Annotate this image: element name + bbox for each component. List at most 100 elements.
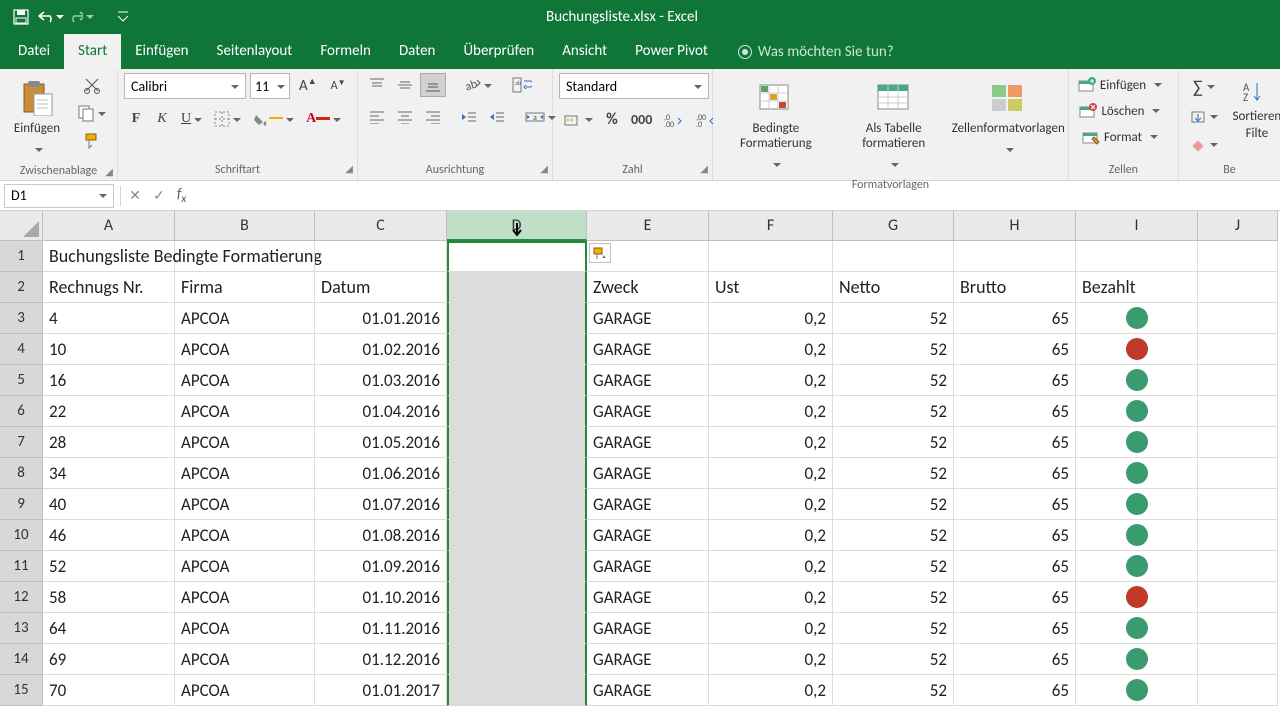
- cell[interactable]: 0,2: [709, 613, 833, 644]
- number-format-combo[interactable]: Standard: [559, 73, 709, 99]
- borders-button[interactable]: [209, 107, 246, 131]
- row-header-2[interactable]: 2: [0, 272, 43, 303]
- save-button[interactable]: [8, 4, 34, 30]
- cut-button[interactable]: [72, 73, 111, 97]
- cell[interactable]: [1198, 272, 1278, 303]
- cell[interactable]: 65: [954, 427, 1076, 458]
- cell[interactable]: [709, 241, 833, 272]
- launcher-icon[interactable]: ◢: [105, 165, 113, 178]
- cell[interactable]: 52: [833, 489, 954, 520]
- cell[interactable]: [1076, 334, 1198, 365]
- font-color-button[interactable]: A: [301, 107, 346, 131]
- cell[interactable]: 65: [954, 613, 1076, 644]
- column-header-E[interactable]: E: [587, 211, 709, 241]
- row-header-12[interactable]: 12: [0, 582, 43, 613]
- cell[interactable]: 52: [833, 427, 954, 458]
- cell[interactable]: [1076, 303, 1198, 334]
- cell[interactable]: 01.07.2016: [315, 489, 447, 520]
- cell[interactable]: Firma: [175, 272, 315, 303]
- cell[interactable]: 0,2: [709, 582, 833, 613]
- cell[interactable]: [1198, 241, 1278, 272]
- cell[interactable]: GARAGE: [587, 520, 709, 551]
- cell[interactable]: [1198, 644, 1278, 675]
- cell[interactable]: 40: [43, 489, 175, 520]
- row-header-6[interactable]: 6: [0, 396, 43, 427]
- tab-file[interactable]: Datei: [4, 34, 64, 69]
- cell[interactable]: [447, 520, 587, 551]
- cell[interactable]: 01.01.2017: [315, 675, 447, 706]
- cell[interactable]: 65: [954, 582, 1076, 613]
- font-size-combo[interactable]: 11: [250, 73, 290, 99]
- cell[interactable]: [447, 675, 587, 706]
- row-header-5[interactable]: 5: [0, 365, 43, 396]
- cell[interactable]: [175, 241, 315, 272]
- cell[interactable]: [1198, 489, 1278, 520]
- cell[interactable]: [1076, 675, 1198, 706]
- cell[interactable]: 46: [43, 520, 175, 551]
- cell[interactable]: [1076, 458, 1198, 489]
- cell[interactable]: 01.11.2016: [315, 613, 447, 644]
- cell[interactable]: [1198, 427, 1278, 458]
- cell[interactable]: 0,2: [709, 520, 833, 551]
- cell[interactable]: GARAGE: [587, 489, 709, 520]
- row-header-1[interactable]: 1: [0, 241, 43, 272]
- fill-color-button[interactable]: [248, 107, 299, 131]
- column-header-F[interactable]: F: [709, 211, 833, 241]
- cell[interactable]: 69: [43, 644, 175, 675]
- cell[interactable]: [1076, 427, 1198, 458]
- cell[interactable]: APCOA: [175, 396, 315, 427]
- cell[interactable]: [447, 427, 587, 458]
- fill-button[interactable]: [1185, 105, 1223, 129]
- cell[interactable]: [447, 489, 587, 520]
- decrease-indent-button[interactable]: [456, 105, 482, 129]
- cell[interactable]: 22: [43, 396, 175, 427]
- italic-button[interactable]: K: [150, 107, 174, 131]
- cell[interactable]: 01.05.2016: [315, 427, 447, 458]
- cell[interactable]: APCOA: [175, 520, 315, 551]
- column-header-G[interactable]: G: [833, 211, 954, 241]
- cell[interactable]: [1076, 241, 1198, 272]
- cell[interactable]: 0,2: [709, 427, 833, 458]
- cell[interactable]: [1076, 644, 1198, 675]
- cell[interactable]: 65: [954, 675, 1076, 706]
- cell[interactable]: [447, 365, 587, 396]
- cell[interactable]: [447, 303, 587, 334]
- delete-cells-button[interactable]: Löschen: [1075, 99, 1165, 123]
- format-cells-button[interactable]: Format: [1075, 125, 1165, 149]
- cell[interactable]: 01.10.2016: [315, 582, 447, 613]
- cell[interactable]: 34: [43, 458, 175, 489]
- cell[interactable]: APCOA: [175, 582, 315, 613]
- cell[interactable]: APCOA: [175, 644, 315, 675]
- fx-icon[interactable]: fx: [171, 185, 192, 206]
- cell[interactable]: [1198, 458, 1278, 489]
- cell[interactable]: [1198, 303, 1278, 334]
- row-header-15[interactable]: 15: [0, 675, 43, 706]
- name-box[interactable]: D1: [4, 184, 114, 208]
- tell-me-search[interactable]: Was möchten Sie tun?: [730, 35, 902, 69]
- cell[interactable]: [1076, 582, 1198, 613]
- cell[interactable]: [315, 241, 447, 272]
- format-table-button[interactable]: Als Tabelle formatieren: [837, 73, 951, 178]
- cell[interactable]: 0,2: [709, 334, 833, 365]
- cell[interactable]: 65: [954, 303, 1076, 334]
- cell[interactable]: APCOA: [175, 365, 315, 396]
- cell[interactable]: 0,2: [709, 644, 833, 675]
- cell[interactable]: GARAGE: [587, 334, 709, 365]
- cell[interactable]: [447, 458, 587, 489]
- cell[interactable]: 52: [833, 396, 954, 427]
- undo-button[interactable]: [38, 4, 64, 30]
- row-header-3[interactable]: 3: [0, 303, 43, 334]
- format-painter-button[interactable]: [72, 129, 111, 153]
- cell[interactable]: [447, 551, 587, 582]
- percent-button[interactable]: %: [600, 107, 624, 132]
- cell[interactable]: [447, 272, 587, 303]
- tab-data[interactable]: Daten: [385, 34, 449, 69]
- cell[interactable]: 01.04.2016: [315, 396, 447, 427]
- tab-start[interactable]: Start: [64, 34, 121, 69]
- cell[interactable]: 01.08.2016: [315, 520, 447, 551]
- cell[interactable]: 65: [954, 365, 1076, 396]
- cell[interactable]: 52: [833, 675, 954, 706]
- increase-decimal-button[interactable]: ,0,00: [659, 107, 689, 132]
- cell[interactable]: 0,2: [709, 675, 833, 706]
- row-header-14[interactable]: 14: [0, 644, 43, 675]
